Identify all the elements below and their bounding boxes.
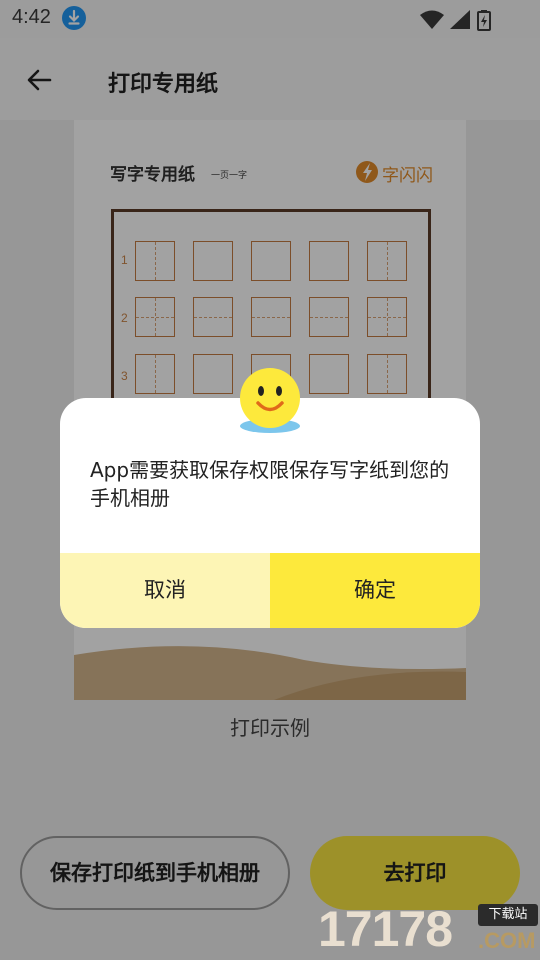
- cancel-button[interactable]: 取消: [60, 553, 270, 628]
- watermark-tag: 下载站: [478, 904, 538, 926]
- dialog-actions: 取消 确定: [60, 553, 480, 628]
- smiley-icon: [236, 366, 304, 438]
- site-watermark: 17178 下载站 .COM: [318, 900, 540, 960]
- confirm-button[interactable]: 确定: [270, 553, 480, 628]
- dialog-message: App需要获取保存权限保存写字纸到您的手机相册: [90, 458, 450, 510]
- watermark-number: 17178: [318, 901, 453, 957]
- watermark-com: .COM: [478, 928, 536, 953]
